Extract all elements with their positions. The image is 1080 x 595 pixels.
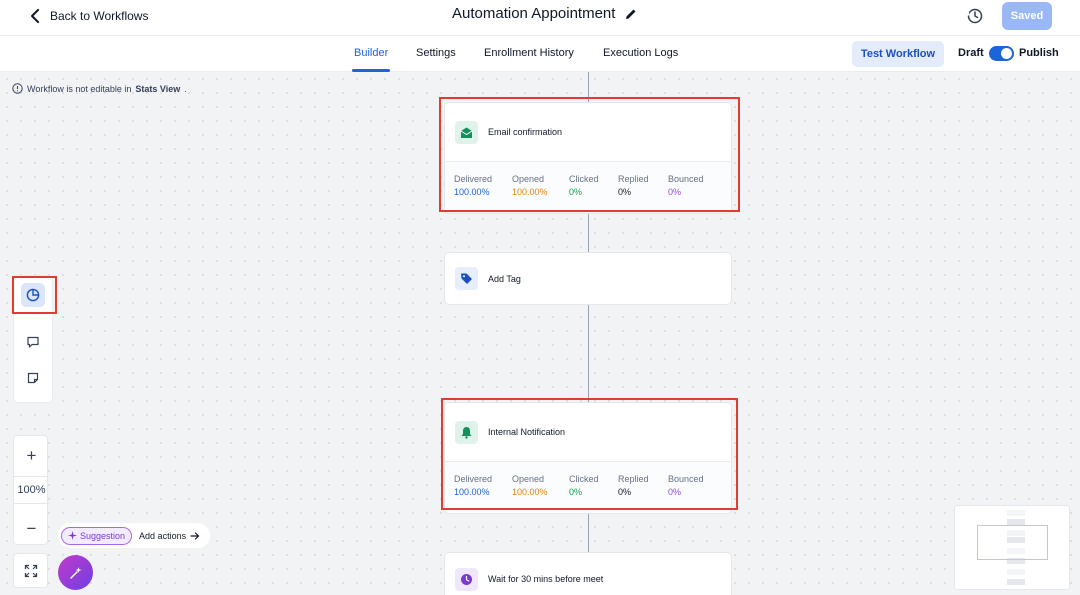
node-header: Wait for 30 mins before meet xyxy=(445,553,731,595)
zoom-in-button[interactable]: + xyxy=(14,439,49,473)
back-label: Back to Workflows xyxy=(50,9,149,23)
draft-label: Draft xyxy=(958,47,984,59)
magic-wand-icon xyxy=(69,566,81,579)
notice-bold-text: Stats View xyxy=(135,83,181,94)
notice-text: Workflow is not editable in xyxy=(27,83,132,94)
suggestion-label: Suggestion xyxy=(80,530,126,541)
highlight-box xyxy=(441,398,738,510)
saved-button[interactable]: Saved xyxy=(1002,2,1052,30)
publish-toggle[interactable] xyxy=(989,46,1014,61)
pencil-icon[interactable] xyxy=(625,8,637,20)
highlight-box xyxy=(12,276,57,314)
sticky-note-icon xyxy=(27,372,39,384)
back-to-workflows-link[interactable]: Back to Workflows xyxy=(30,7,148,25)
minimap-node xyxy=(1007,569,1025,575)
highlight-box xyxy=(439,97,740,212)
tab-execution-logs[interactable]: Execution Logs xyxy=(603,47,678,59)
sticky-note-button[interactable] xyxy=(21,366,45,390)
add-actions-link[interactable]: Add actions xyxy=(139,531,200,541)
comment-icon xyxy=(27,336,39,348)
zoom-level: 100% xyxy=(14,476,49,504)
tab-settings[interactable]: Settings xyxy=(416,47,456,59)
node-header: Add Tag xyxy=(445,253,731,304)
node-add-tag[interactable]: Add Tag xyxy=(444,252,732,305)
publish-label: Publish xyxy=(1019,47,1059,59)
tag-icon xyxy=(455,267,478,290)
chevron-left-icon xyxy=(31,9,39,23)
top-bar: Back to Workflows Automation Appointment… xyxy=(0,0,1080,36)
add-actions-label: Add actions xyxy=(139,530,187,541)
read-only-notice: Workflow is not editable in Stats View. xyxy=(12,83,187,94)
notice-end: . xyxy=(184,83,187,94)
workflow-title: Automation Appointment xyxy=(452,5,616,22)
sparkle-icon xyxy=(68,531,77,540)
workflow-title-group: Automation Appointment xyxy=(452,5,637,22)
minimap-viewport[interactable] xyxy=(977,525,1048,560)
arrow-right-icon xyxy=(190,531,200,540)
suggestion-bar: Suggestion Add actions xyxy=(58,523,210,548)
tab-bar: Builder Settings Enrollment History Exec… xyxy=(0,36,1080,72)
tab-builder[interactable]: Builder xyxy=(354,47,388,59)
zoom-controls: + 100% − xyxy=(13,435,49,546)
zoom-out-button[interactable]: − xyxy=(14,512,49,546)
node-wait[interactable]: Wait for 30 mins before meet xyxy=(444,552,732,595)
clock-icon xyxy=(455,567,478,591)
suggestion-pill[interactable]: Suggestion xyxy=(61,526,133,545)
workflow-canvas[interactable]: Workflow is not editable in Stats View. … xyxy=(0,72,1080,595)
history-icon[interactable] xyxy=(966,7,984,25)
node-title: Wait for 30 mins before meet xyxy=(488,574,604,584)
fit-view-button[interactable] xyxy=(13,553,48,588)
info-icon xyxy=(12,83,23,94)
minimap-node xyxy=(1007,579,1025,585)
toggle-knob xyxy=(1001,48,1012,59)
test-workflow-button[interactable]: Test Workflow xyxy=(852,41,944,67)
node-title: Add Tag xyxy=(488,273,521,284)
minimap-node xyxy=(1007,510,1025,516)
ai-assistant-button[interactable] xyxy=(58,555,93,590)
minimap[interactable] xyxy=(954,505,1070,590)
expand-icon xyxy=(24,564,37,577)
comment-button[interactable] xyxy=(21,330,45,354)
tab-enrollment-history[interactable]: Enrollment History xyxy=(484,47,574,59)
